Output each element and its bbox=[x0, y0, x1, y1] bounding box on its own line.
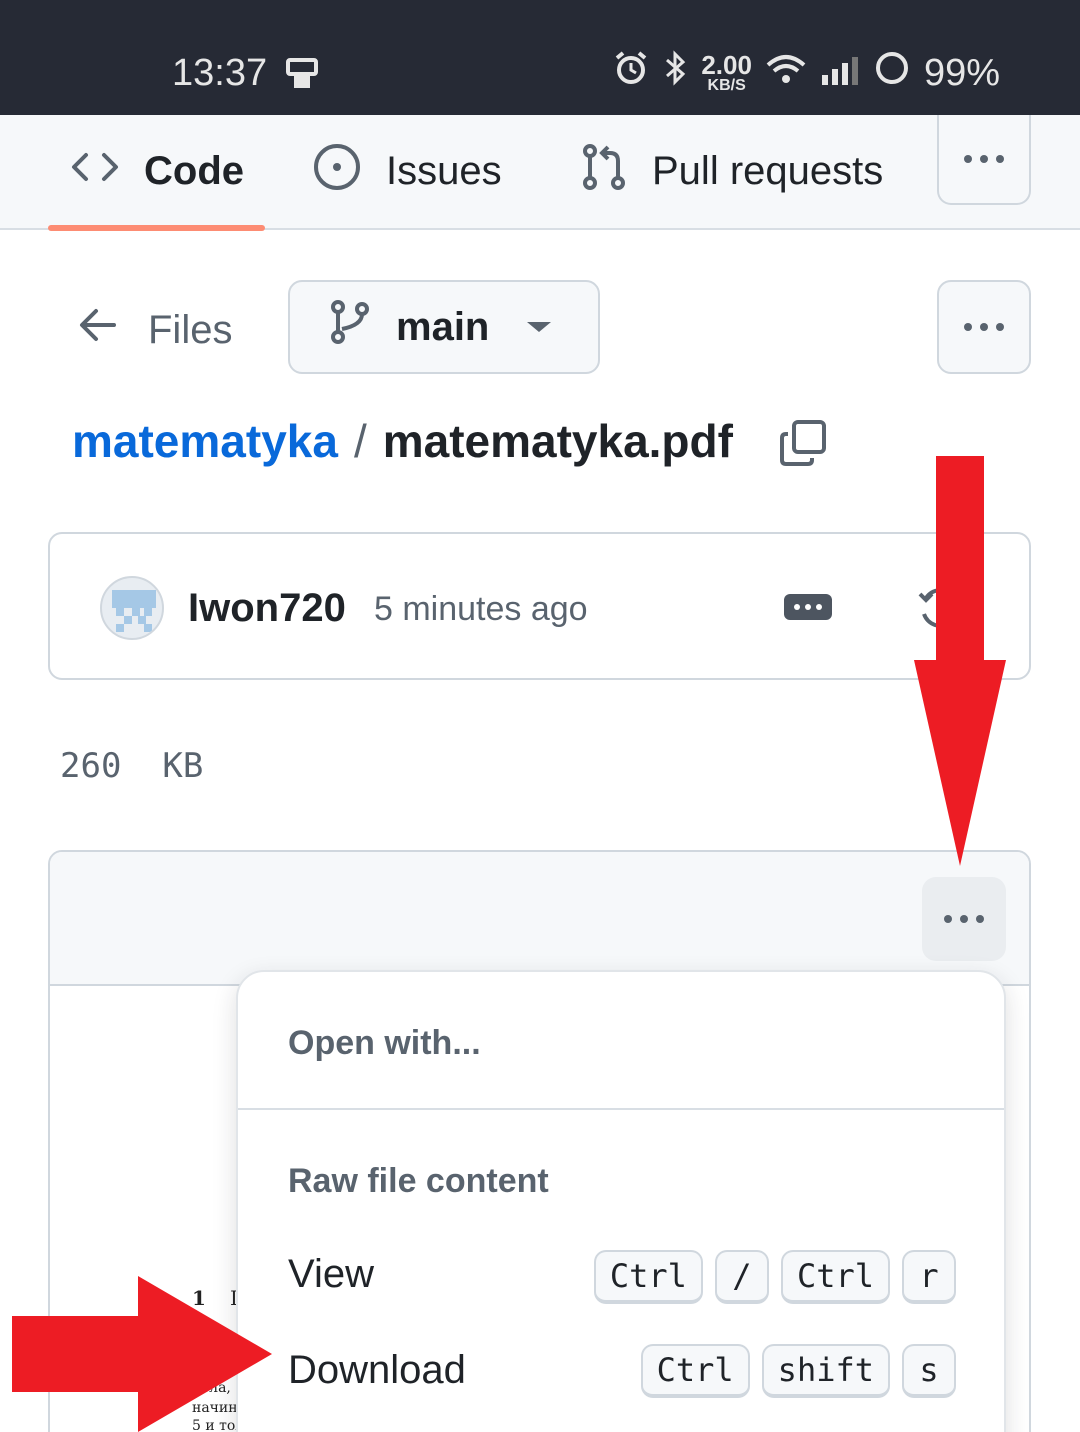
tab-pull-requests[interactable]: Pull requests bbox=[580, 115, 883, 228]
status-bar: 13:37 2.00 KB/S 99% bbox=[0, 0, 1080, 115]
repo-tabs: Code Issues Pull requests bbox=[0, 115, 1080, 231]
kbd-key: Ctrl bbox=[780, 1250, 890, 1304]
active-tab-indicator bbox=[48, 225, 265, 231]
tabs-more-button[interactable] bbox=[937, 115, 1031, 205]
tab-issues-label: Issues bbox=[386, 149, 502, 193]
alarm-icon bbox=[613, 50, 649, 96]
tab-code-label: Code bbox=[144, 149, 244, 193]
view-shortcut: Ctrl / Ctrl r bbox=[593, 1250, 956, 1304]
tab-code[interactable]: Code bbox=[70, 115, 244, 228]
latest-commit: Iwon720 5 minutes ago bbox=[48, 532, 1031, 680]
chevron-down-icon bbox=[527, 322, 552, 332]
issue-icon bbox=[312, 142, 362, 202]
files-label: Files bbox=[148, 307, 233, 352]
menu-item-view[interactable]: View bbox=[288, 1252, 374, 1297]
more-icon bbox=[964, 155, 1004, 163]
commit-time: 5 minutes ago bbox=[374, 590, 588, 628]
file-size: 260 KB bbox=[60, 746, 204, 786]
network-speed-value: 2.00 bbox=[701, 50, 752, 80]
commit-author[interactable]: Iwon720 bbox=[188, 586, 346, 631]
network-speed-unit: KB/S bbox=[707, 77, 746, 94]
tab-issues[interactable]: Issues bbox=[312, 115, 502, 228]
file-viewer-more-button[interactable] bbox=[922, 877, 1006, 961]
arrow-left-icon bbox=[78, 305, 118, 355]
network-speed: 2.00 KB/S bbox=[701, 52, 752, 94]
annotation-arrow-down-icon bbox=[910, 456, 1010, 873]
kbd-key: Ctrl bbox=[640, 1344, 750, 1398]
menu-open-with[interactable]: Open with... bbox=[288, 1024, 481, 1063]
breadcrumb-repo-link[interactable]: matematyka bbox=[72, 414, 338, 468]
tab-pull-requests-label: Pull requests bbox=[652, 149, 884, 193]
avatar[interactable] bbox=[100, 576, 164, 640]
device-icon bbox=[284, 56, 320, 97]
signal-icon bbox=[820, 52, 860, 95]
status-time: 13:37 bbox=[172, 52, 268, 94]
breadcrumb-file-name: matematyka.pdf bbox=[382, 415, 733, 467]
more-icon bbox=[944, 915, 984, 923]
battery-percent: 99% bbox=[923, 51, 1000, 94]
files-back-link[interactable]: Files bbox=[78, 305, 232, 355]
file-actions-more-button[interactable] bbox=[937, 280, 1031, 374]
download-shortcut: Ctrl shift s bbox=[640, 1344, 956, 1398]
wifi-icon bbox=[766, 52, 806, 95]
bluetooth-icon bbox=[663, 50, 687, 96]
code-icon bbox=[70, 147, 120, 197]
file-actions-menu: Open with... Raw file content View Ctrl … bbox=[236, 970, 1006, 1432]
menu-divider bbox=[238, 1108, 1004, 1110]
commit-message-toggle[interactable] bbox=[784, 594, 832, 620]
more-icon bbox=[964, 323, 1004, 331]
kbd-key: / bbox=[714, 1250, 769, 1304]
branch-selector[interactable]: main bbox=[288, 280, 600, 374]
breadcrumb: matematyka / matematyka.pdf bbox=[72, 414, 733, 468]
kbd-key: r bbox=[902, 1250, 956, 1304]
breadcrumb-separator: / bbox=[353, 415, 367, 467]
status-icons: 2.00 KB/S 99% bbox=[613, 50, 1000, 96]
menu-group-label: Raw file content bbox=[288, 1162, 549, 1200]
annotation-arrow-right-icon bbox=[12, 1276, 274, 1432]
git-branch-icon bbox=[330, 299, 370, 355]
pull-request-icon bbox=[580, 143, 628, 201]
menu-item-download[interactable]: Download bbox=[288, 1348, 466, 1393]
battery-icon bbox=[874, 50, 910, 96]
kbd-key: Ctrl bbox=[593, 1250, 703, 1304]
kbd-key: s bbox=[902, 1344, 956, 1398]
copy-path-icon[interactable] bbox=[778, 418, 828, 473]
file-viewer-header bbox=[50, 852, 1029, 986]
branch-name: main bbox=[396, 304, 490, 349]
kbd-key: shift bbox=[761, 1344, 890, 1398]
